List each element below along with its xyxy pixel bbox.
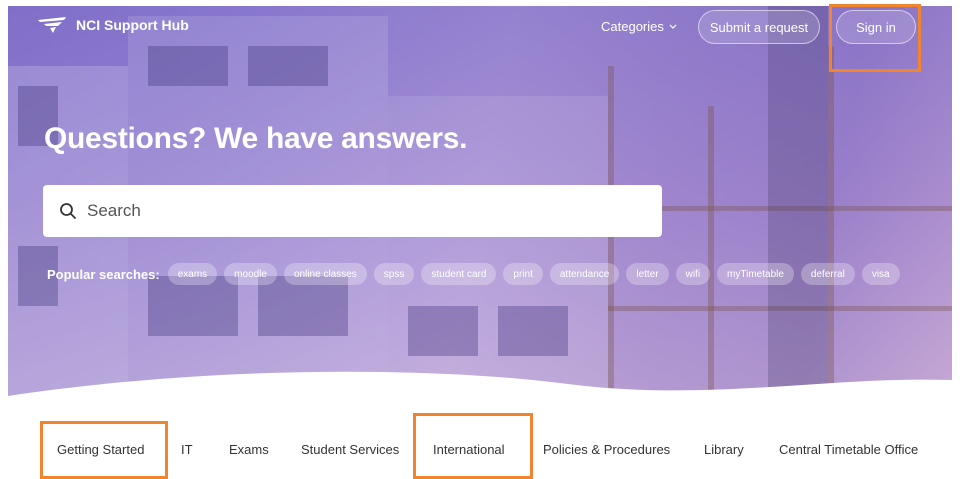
popular-tags: exams moodle online classes spss student… (167, 263, 900, 285)
category-international[interactable]: International (433, 442, 505, 457)
submit-request-button[interactable]: Submit a request (698, 10, 820, 44)
chevron-down-icon (669, 24, 677, 29)
categories-dropdown[interactable]: Categories (601, 19, 677, 34)
category-policies-procedures[interactable]: Policies & Procedures (543, 442, 670, 457)
sign-in-button[interactable]: Sign in (836, 10, 916, 44)
scaffold-beam (708, 106, 714, 406)
hero-headline: Questions? We have answers. (44, 122, 468, 155)
popular-tag[interactable]: moodle (224, 263, 277, 285)
popular-tag[interactable]: visa (861, 263, 900, 285)
building-window (148, 276, 238, 336)
popular-tag[interactable]: letter (626, 263, 669, 285)
categories-label: Categories (601, 19, 664, 34)
tree-trunk (768, 6, 828, 406)
building-window (248, 46, 328, 86)
popular-searches-label: Popular searches: (47, 266, 160, 282)
search-box[interactable] (43, 185, 662, 237)
building-window (258, 276, 348, 336)
popular-tag[interactable]: exams (167, 263, 218, 285)
category-nav: Getting Started IT Exams Student Service… (0, 430, 960, 470)
hero-wave (8, 371, 952, 406)
popular-tag[interactable]: online classes (283, 263, 367, 285)
popular-tag[interactable]: wifi (675, 263, 711, 285)
nci-logo-icon (38, 17, 66, 33)
category-student-services[interactable]: Student Services (301, 442, 399, 457)
building-window (498, 306, 568, 356)
category-central-timetable-office[interactable]: Central Timetable Office (779, 442, 918, 457)
scaffold-beam (828, 46, 834, 406)
category-library[interactable]: Library (704, 442, 744, 457)
search-icon (60, 203, 76, 219)
popular-tag[interactable]: myTimetable (717, 263, 794, 285)
popular-tag[interactable]: student card (421, 263, 497, 285)
popular-tag[interactable]: attendance (549, 263, 620, 285)
search-input[interactable] (87, 201, 627, 221)
building-window (148, 46, 228, 86)
brand-name: NCI Support Hub (76, 17, 189, 33)
popular-tag[interactable]: spss (373, 263, 415, 285)
category-exams[interactable]: Exams (229, 442, 269, 457)
popular-tag[interactable]: deferral (800, 263, 855, 285)
category-getting-started[interactable]: Getting Started (57, 442, 144, 457)
category-it[interactable]: IT (181, 442, 193, 457)
building-window (408, 306, 478, 356)
brand-logo[interactable]: NCI Support Hub (36, 16, 189, 34)
popular-searches: Popular searches: exams moodle online cl… (47, 263, 900, 285)
popular-tag[interactable]: print (503, 263, 543, 285)
